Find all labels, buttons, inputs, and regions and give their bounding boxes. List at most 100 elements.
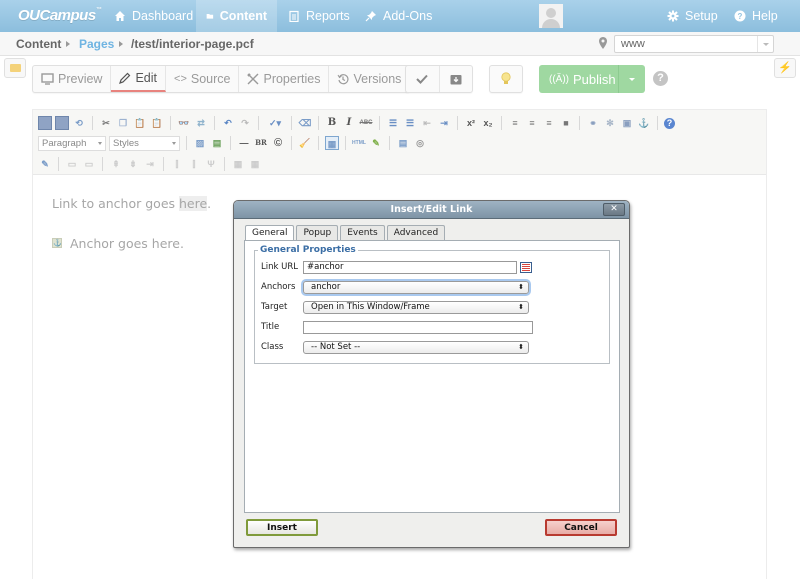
bullet-list-icon[interactable]: ☰	[386, 116, 400, 130]
horizontal-rule-icon[interactable]: —	[237, 136, 251, 150]
publish-dropdown-toggle[interactable]	[619, 65, 645, 93]
spellcheck-icon[interactable]: ✓▾	[265, 116, 285, 130]
nav-content[interactable]: Content	[196, 0, 277, 32]
ou-campus-logo[interactable]: OUCampus™	[18, 7, 102, 24]
bold-icon[interactable]: B	[325, 116, 339, 130]
replace-icon[interactable]: ⇄	[194, 116, 208, 130]
cut-icon[interactable]: ✂	[99, 116, 113, 130]
home-icon	[115, 11, 125, 21]
line-break-icon[interactable]: BR	[254, 136, 268, 150]
versions-button[interactable]: Versions	[329, 66, 409, 92]
cell-properties-icon[interactable]: ▭	[82, 157, 96, 171]
anchors-select[interactable]: anchor ⬍	[303, 280, 529, 294]
insert-col-before-icon[interactable]: ⫿	[170, 157, 184, 171]
align-right-icon[interactable]: ≡	[542, 116, 556, 130]
publish-button[interactable]: ((Ă)) Publish	[539, 65, 645, 93]
visual-aid-icon[interactable]: ▦	[325, 136, 339, 150]
copyright-icon[interactable]: ©	[271, 136, 285, 150]
delete-row-icon[interactable]: ⇥	[143, 157, 157, 171]
tab-general[interactable]: General	[245, 225, 295, 241]
breadcrumb-pages[interactable]: Pages	[79, 37, 114, 51]
strikethrough-icon[interactable]: ABC	[359, 116, 373, 130]
editor-paragraph-anchor[interactable]: Anchor goes here.	[70, 236, 184, 251]
anchor-icon[interactable]: ⚓	[637, 116, 651, 130]
tab-popup[interactable]: Popup	[296, 225, 339, 240]
align-justify-icon[interactable]: ■	[559, 116, 573, 130]
insert-asset-icon[interactable]: ◎	[413, 136, 427, 150]
insert-button[interactable]: Insert	[246, 519, 318, 536]
delete-col-icon[interactable]: Ψ	[204, 157, 218, 171]
selected-link-text[interactable]: here	[179, 196, 208, 211]
help-icon[interactable]: ?	[664, 117, 675, 129]
superscript-icon[interactable]: x²	[464, 116, 478, 130]
align-center-icon[interactable]: ≡	[525, 116, 539, 130]
publish-main[interactable]: ((Ă)) Publish	[539, 65, 619, 93]
dialog-title-bar[interactable]: Insert/Edit Link ✕	[234, 201, 629, 219]
preview-button[interactable]: Preview	[33, 66, 112, 92]
anchor-marker-icon[interactable]: ⚓	[52, 238, 62, 248]
eraser-icon[interactable]: ⌫	[298, 116, 312, 130]
source-button[interactable]: <> Source	[166, 66, 240, 92]
italic-icon[interactable]: I	[342, 116, 356, 130]
insert-media-icon[interactable]: ▤	[210, 136, 224, 150]
target-select[interactable]: Open in This Window/Frame ⬍	[303, 300, 529, 314]
unlink-icon[interactable]: ✻	[603, 116, 617, 130]
target-row: Target Open in This Window/Frame ⬍	[261, 300, 529, 314]
nav-reports[interactable]: Reports	[278, 0, 360, 32]
insert-image-icon[interactable]: ▨	[193, 136, 207, 150]
close-icon[interactable]: ✕	[603, 203, 625, 216]
insert-row-after-icon[interactable]: ⇟	[126, 157, 140, 171]
paste-as-text-icon[interactable]: 📋	[150, 116, 164, 130]
insert-template-icon[interactable]: ▤	[396, 136, 410, 150]
editor-paragraph-link[interactable]: Link to anchor goes here.	[52, 196, 211, 211]
html-icon[interactable]: HTML	[352, 136, 366, 150]
user-avatar[interactable]	[539, 4, 563, 28]
title-input[interactable]	[303, 320, 533, 334]
tab-advanced[interactable]: Advanced	[386, 225, 446, 240]
insert-snippet-icon[interactable]: ✎	[369, 136, 383, 150]
save-as-icon[interactable]	[55, 116, 69, 130]
row-properties-icon[interactable]: ▭	[65, 157, 79, 171]
outdent-icon[interactable]: ⇤	[420, 116, 434, 130]
class-select[interactable]: -- Not Set -- ⬍	[303, 340, 529, 354]
align-left-icon[interactable]: ≡	[508, 116, 522, 130]
insert-file-icon[interactable]: ▣	[620, 116, 634, 130]
link-url-input[interactable]: #anchor	[303, 260, 517, 274]
nav-dashboard[interactable]: Dashboard	[104, 0, 203, 32]
link-icon[interactable]: ⚭	[586, 116, 600, 130]
nav-setup[interactable]: Setup	[657, 0, 728, 32]
revert-icon[interactable]: ⟲	[72, 116, 86, 130]
page-check-button[interactable]	[489, 65, 523, 93]
insert-row-before-icon[interactable]: ⇞	[109, 157, 123, 171]
table-properties-icon[interactable]: ✎	[38, 157, 52, 171]
edit-button[interactable]: Edit	[111, 66, 167, 92]
format-select[interactable]: Paragraph	[38, 135, 106, 151]
save-version-button[interactable]	[440, 66, 473, 92]
save-icon[interactable]	[38, 116, 52, 130]
plug-icon[interactable]: ⚡	[774, 58, 796, 78]
breadcrumb-content[interactable]: Content	[16, 37, 61, 51]
help-icon[interactable]: ?	[653, 71, 668, 86]
merge-cells-icon[interactable]: ▦	[248, 157, 262, 171]
cancel-button[interactable]: Cancel	[545, 519, 617, 536]
undo-icon[interactable]: ↶	[221, 116, 235, 130]
find-icon[interactable]: 👓	[177, 116, 191, 130]
indent-icon[interactable]: ⇥	[437, 116, 451, 130]
file-navigation-toggle[interactable]	[4, 58, 26, 78]
split-cells-icon[interactable]: ▦	[231, 157, 245, 171]
numbered-list-icon[interactable]: ☰	[403, 116, 417, 130]
copy-icon[interactable]: ❐	[116, 116, 130, 130]
cleanup-icon[interactable]: 🧹	[298, 136, 312, 150]
tab-events[interactable]: Events	[340, 225, 385, 240]
subscript-icon[interactable]: x₂	[481, 116, 495, 130]
site-select[interactable]: www	[614, 35, 774, 53]
styles-select[interactable]: Styles	[109, 135, 180, 151]
redo-icon[interactable]: ↷	[238, 116, 252, 130]
browse-icon[interactable]	[520, 261, 532, 273]
insert-col-after-icon[interactable]: ⫿	[187, 157, 201, 171]
paste-icon[interactable]: 📋	[133, 116, 147, 130]
properties-button[interactable]: Properties	[239, 66, 330, 92]
nav-add-ons[interactable]: Add-Ons	[355, 0, 442, 32]
check-spelling-button[interactable]	[406, 66, 440, 92]
nav-help[interactable]: ? Help	[724, 0, 788, 32]
